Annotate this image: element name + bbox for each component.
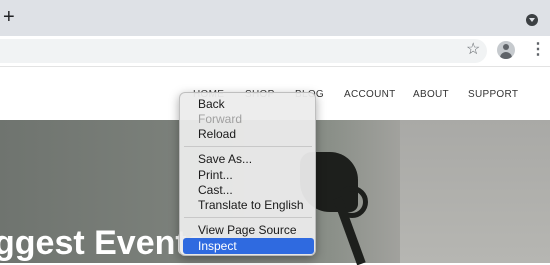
browser-menu-icon[interactable]: ⋮: [530, 41, 546, 59]
context-menu: Back Forward Reload Save As... Print... …: [179, 92, 316, 256]
profile-body: [500, 52, 512, 59]
profile-head: [503, 44, 509, 50]
menu-item-back[interactable]: Back: [183, 96, 314, 112]
nav-account[interactable]: ACCOUNT: [344, 89, 396, 100]
menu-item-print[interactable]: Print...: [183, 167, 314, 183]
new-tab-button[interactable]: +: [3, 7, 15, 27]
bookmark-star-icon[interactable]: ☆: [466, 41, 480, 59]
nav-about[interactable]: ABOUT: [413, 89, 449, 100]
menu-separator: [184, 217, 312, 218]
tab-search-icon[interactable]: [526, 14, 538, 26]
menu-separator: [184, 146, 312, 147]
menu-item-cast[interactable]: Cast...: [183, 182, 314, 198]
browser-toolbar: ☆ ⋮: [0, 36, 550, 67]
menu-item-translate[interactable]: Translate to English: [183, 197, 314, 213]
menu-item-view-source[interactable]: View Page Source: [183, 222, 314, 238]
hero-right-panel: [400, 120, 550, 263]
menu-item-save-as[interactable]: Save As...: [183, 151, 314, 167]
tab-strip: +: [0, 0, 550, 36]
hero-title: ggest Events: [0, 224, 206, 262]
profile-avatar-icon[interactable]: [497, 41, 515, 59]
menu-item-inspect[interactable]: Inspect: [183, 238, 314, 254]
menu-item-forward: Forward: [198, 112, 243, 126]
nav-support[interactable]: SUPPORT: [468, 89, 518, 100]
address-bar[interactable]: [0, 39, 487, 63]
menu-item-reload[interactable]: Reload: [183, 126, 314, 142]
